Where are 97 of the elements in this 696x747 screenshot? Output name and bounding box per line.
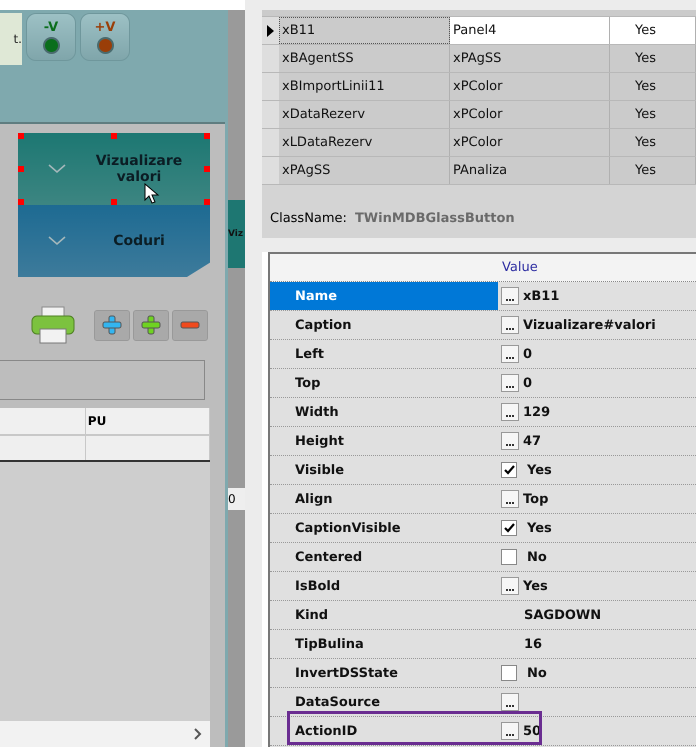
property-name[interactable]: Caption [270,311,498,339]
table-cell: Yes [610,17,696,44]
property-name[interactable]: CaptionVisible [270,514,498,542]
table-cell[interactable]: xBAgentSS [279,45,450,72]
printer-icon[interactable] [30,305,76,345]
property-name[interactable]: InvertDSState [270,659,498,687]
status-text: t. [0,13,22,65]
table-cell: xPColor [450,73,610,100]
class-name-label: ClassName: [270,211,347,226]
property-value: xB11 [523,288,560,304]
table-cell: Panel4 [450,17,610,44]
property-value: Yes [527,462,552,478]
table-cell: Yes [610,45,696,72]
property-name[interactable]: TipBulina [270,630,498,658]
table-row[interactable] [0,436,210,462]
table-cell[interactable]: xPAgSS [279,157,450,184]
property-value: 0 [523,346,532,362]
table-cell[interactable]: xDataRezerv [279,101,450,128]
row-header-cell[interactable] [262,101,279,128]
property-name[interactable]: Kind [270,601,498,629]
property-value: Yes [527,520,552,536]
checkbox[interactable] [501,520,517,536]
selection-handle[interactable] [18,133,24,139]
property-value: 129 [523,404,550,420]
plus-icon [101,314,123,336]
row-header-cell[interactable] [262,17,279,44]
ellipsis-button[interactable] [501,693,519,711]
table-cell: Yes [610,157,696,184]
row-header-cell[interactable] [262,45,279,72]
ellipsis-button[interactable] [501,432,519,450]
chevron-down-icon [48,164,66,174]
property-name[interactable]: Align [270,485,498,513]
glass-button[interactable]: Vizualizare valori [18,133,210,205]
property-name[interactable]: Height [270,427,498,455]
ellipsis-button[interactable] [501,722,519,740]
row-header-cell[interactable] [262,73,279,100]
ellipsis-button[interactable] [501,403,519,421]
table-cell: xPColor [450,101,610,128]
column-header: Value [502,259,538,277]
ellipsis-button[interactable] [501,490,519,508]
table-cell: Yes [610,129,696,156]
selection-handle[interactable] [204,133,210,139]
property-name[interactable]: Width [270,398,498,426]
class-name-value: TWinMDBGlassButton [354,211,515,226]
table-cell[interactable]: xBImportLinii11 [279,73,450,100]
property-name[interactable]: Visible [270,456,498,484]
row-header-cell[interactable] [262,157,279,184]
checkbox[interactable] [501,665,517,681]
ellipsis-button[interactable] [501,287,519,305]
selection-handle[interactable] [204,199,210,205]
property-name[interactable]: Left [270,340,498,368]
table-cell: PAnaliza [450,157,610,184]
property-name[interactable]: DataSource [270,688,498,716]
text-fragment: 0 [228,488,245,510]
ellipsis-button[interactable] [501,374,519,392]
ellipsis-button[interactable] [501,345,519,363]
add-button[interactable] [133,310,169,340]
property-value: 0 [523,376,532,390]
table-cell[interactable]: xLDataRezerv [279,129,450,156]
property-value: No [527,550,547,564]
ellipsis-button[interactable] [501,577,519,595]
table-cell: xPColor [450,129,610,156]
chevron-right-icon[interactable] [194,728,202,740]
text-fragment: Viz [228,200,245,268]
selection-handle[interactable] [18,166,24,172]
chevron-down-icon [48,236,66,246]
property-value: SAGDOWN [524,608,602,622]
add-button[interactable] [94,310,130,340]
ellipsis-button[interactable] [501,316,519,334]
property-value: Yes [523,578,548,594]
property-value: 47 [523,434,542,448]
column-header[interactable]: PU [86,408,210,434]
table-cell: Yes [610,101,696,128]
table-cell: xPAgSS [450,45,610,72]
property-value: Top [523,492,548,506]
row-header-cell[interactable] [262,129,279,156]
checkbox[interactable] [501,462,517,478]
table-cell[interactable]: xB11 [279,17,450,44]
property-name[interactable]: ActionID [270,717,498,745]
property-name[interactable]: Centered [270,543,498,571]
property-name[interactable]: Name [270,282,498,310]
property-value: Vizualizare#valori [523,318,656,332]
property-value: No [527,666,547,680]
checkbox[interactable] [501,549,517,565]
selection-handle[interactable] [18,199,24,205]
property-name[interactable]: IsBold [270,572,498,600]
plus-icon [140,314,162,336]
remove-button[interactable] [172,310,208,340]
input-field[interactable] [0,360,205,400]
property-value: 16 [524,636,542,652]
property-name[interactable]: Top [270,369,498,397]
table-cell: Yes [610,73,696,100]
mouse-cursor-icon [144,183,160,205]
selection-handle[interactable] [204,166,210,172]
selection-handle[interactable] [111,199,117,205]
horizontal-scrollbar[interactable] [0,721,210,747]
selection-handle[interactable] [111,133,117,139]
